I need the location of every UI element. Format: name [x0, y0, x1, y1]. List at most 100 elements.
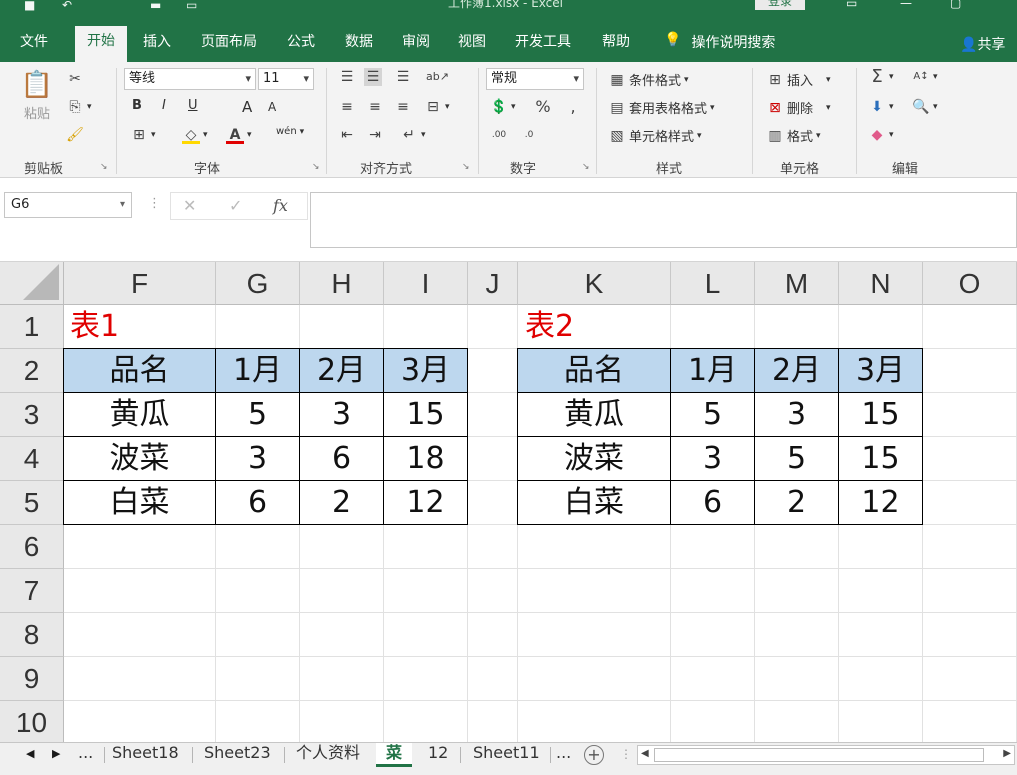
enter-icon[interactable]: ✓: [229, 196, 242, 215]
tab-file[interactable]: 文件: [20, 32, 48, 56]
add-sheet-icon[interactable]: +: [584, 745, 604, 765]
table-cell[interactable]: 3: [755, 393, 839, 437]
column-header[interactable]: M: [755, 262, 839, 305]
preview-icon[interactable]: ▭: [186, 0, 197, 12]
table-cell[interactable]: 5: [671, 393, 755, 437]
row-header[interactable]: 10: [0, 701, 64, 745]
delete-cells-button[interactable]: ⊠ 删除 ▾: [766, 98, 830, 118]
table-header-cell[interactable]: 2月: [755, 348, 839, 393]
table-cell[interactable]: 黄瓜: [517, 393, 671, 437]
table-cell[interactable]: 15: [839, 393, 923, 437]
tab-review[interactable]: 审阅: [402, 32, 430, 56]
sheet-tab-sheet18[interactable]: Sheet18: [108, 743, 183, 767]
table-header-cell[interactable]: 品名: [517, 348, 671, 393]
table-cell[interactable]: 6: [300, 437, 384, 481]
format-cells-button[interactable]: ▥ 格式 ▾: [766, 126, 820, 146]
fill-color-icon[interactable]: ◇ ▾: [182, 126, 208, 144]
comma-icon[interactable]: ,: [564, 98, 582, 116]
column-header[interactable]: N: [839, 262, 923, 305]
grow-font-button[interactable]: A: [242, 98, 252, 116]
column-header[interactable]: I: [384, 262, 468, 305]
split-handle-icon[interactable]: ⋮: [620, 747, 632, 761]
tab-data[interactable]: 数据: [345, 32, 373, 56]
table-header-cell[interactable]: 3月: [839, 348, 923, 393]
align-left-icon[interactable]: ≡: [338, 98, 356, 116]
minimize-icon[interactable]: —: [900, 0, 912, 10]
row-header[interactable]: 3: [0, 393, 64, 437]
maximize-icon[interactable]: ▢: [950, 0, 961, 10]
sheet-tab-more-right[interactable]: ...: [552, 743, 575, 767]
sheet-tab-12[interactable]: 12: [424, 743, 452, 767]
tab-page-layout[interactable]: 页面布局: [201, 32, 257, 56]
formula-input[interactable]: [310, 192, 1017, 248]
table-cell[interactable]: 黄瓜: [63, 393, 216, 437]
table-cell[interactable]: 3: [671, 437, 755, 481]
tab-home[interactable]: 开始: [75, 26, 127, 62]
number-format-dropdown[interactable]: 常规 ▾: [486, 68, 584, 90]
merge-center-icon[interactable]: ⊟ ▾: [424, 98, 449, 116]
table-cell[interactable]: 12: [839, 481, 923, 525]
sheet-tab-sheet23[interactable]: Sheet23: [200, 743, 275, 767]
table-cell[interactable]: 2: [300, 481, 384, 525]
table-cell[interactable]: 6: [671, 481, 755, 525]
table-cell[interactable]: 6: [216, 481, 300, 525]
shrink-font-button[interactable]: A: [268, 100, 276, 114]
tell-me-search[interactable]: 💡 操作说明搜索: [664, 32, 775, 52]
column-header[interactable]: L: [671, 262, 755, 305]
name-box[interactable]: G6 ▾: [4, 192, 132, 218]
save-icon[interactable]: ■: [24, 0, 35, 12]
underline-button[interactable]: U: [188, 98, 198, 113]
redo-icon[interactable]: ▬: [150, 0, 161, 12]
table-header-cell[interactable]: 品名: [63, 348, 216, 393]
number-launcher-icon[interactable]: ↘: [582, 162, 590, 172]
clipboard-launcher-icon[interactable]: ↘: [100, 162, 108, 172]
undo-icon[interactable]: ↶: [62, 0, 72, 12]
table-cell[interactable]: 5: [216, 393, 300, 437]
autosum-icon[interactable]: Σ ▾: [868, 68, 893, 86]
login-button[interactable]: 登录: [755, 0, 805, 10]
row-header[interactable]: 2: [0, 349, 64, 393]
copy-icon[interactable]: ⎘ ▾: [66, 98, 91, 116]
row-header[interactable]: 9: [0, 657, 64, 701]
align-right-icon[interactable]: ≡: [394, 98, 412, 116]
percent-icon[interactable]: %: [534, 98, 552, 116]
table-cell[interactable]: 白菜: [517, 481, 671, 525]
find-select-icon[interactable]: 🔍 ▾: [912, 98, 937, 116]
table-cell[interactable]: 18: [384, 437, 468, 481]
column-header[interactable]: F: [64, 262, 216, 305]
table-cell[interactable]: 2: [755, 481, 839, 525]
column-header[interactable]: J: [468, 262, 518, 305]
next-sheet-icon[interactable]: ▶: [52, 747, 60, 760]
decrease-indent-icon[interactable]: ⇤: [338, 126, 356, 144]
currency-icon[interactable]: 💲 ▾: [490, 98, 515, 116]
table-cell[interactable]: 3: [216, 437, 300, 481]
table-cell[interactable]: 12: [384, 481, 468, 525]
row-header[interactable]: 5: [0, 481, 64, 525]
column-header[interactable]: O: [923, 262, 1017, 305]
sheet-tab-cai[interactable]: 菜: [376, 743, 413, 767]
scroll-thumb[interactable]: [654, 748, 984, 762]
align-center-icon[interactable]: ≡: [366, 98, 384, 116]
sheet-tab-more-left[interactable]: ...: [74, 743, 97, 767]
paste-button[interactable]: 📋 粘贴: [18, 70, 56, 122]
cut-icon[interactable]: ✂: [66, 70, 84, 88]
tab-formulas[interactable]: 公式: [287, 32, 315, 56]
table-cell[interactable]: 波菜: [63, 437, 216, 481]
row-header[interactable]: 7: [0, 569, 64, 613]
cell-styles-button[interactable]: ▧ 单元格样式 ▾: [608, 126, 701, 146]
table-cell[interactable]: 3: [300, 393, 384, 437]
orientation-icon[interactable]: ab↗: [426, 68, 449, 86]
select-all-button[interactable]: [0, 262, 64, 305]
row-header[interactable]: 4: [0, 437, 64, 481]
clear-icon[interactable]: ◆ ▾: [868, 126, 894, 144]
conditional-format-button[interactable]: ▦ 条件格式 ▾: [608, 70, 688, 90]
tab-insert[interactable]: 插入: [143, 32, 171, 56]
font-name-dropdown[interactable]: 等线 ▾: [124, 68, 256, 90]
column-header[interactable]: H: [300, 262, 384, 305]
align-bottom-icon[interactable]: ☰: [394, 68, 412, 86]
phonetic-button[interactable]: wén ▾: [276, 126, 304, 137]
fill-icon[interactable]: ⬇ ▾: [868, 98, 893, 116]
format-painter-icon[interactable]: 🖌: [66, 126, 84, 144]
increase-decimal-icon[interactable]: .00: [490, 126, 508, 144]
table-cell[interactable]: 白菜: [63, 481, 216, 525]
